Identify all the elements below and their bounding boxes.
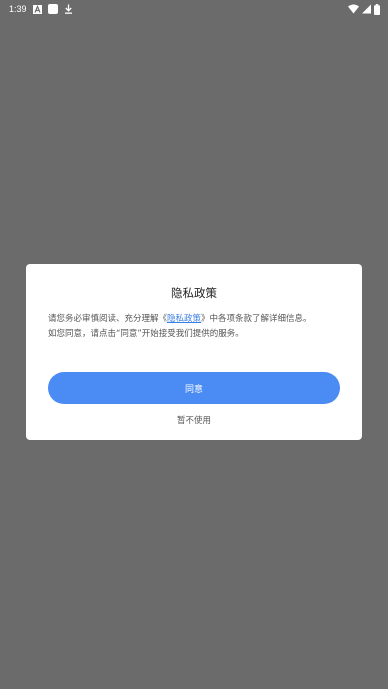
body-line-2: 如您同意，请点击“同意”开始接受我们提供的服务。: [48, 329, 244, 339]
decline-button[interactable]: 暂不使用: [26, 414, 362, 426]
privacy-policy-link[interactable]: 隐私政策: [167, 314, 201, 324]
status-left: 1:39: [9, 3, 73, 15]
signal-icon: [362, 4, 371, 14]
a-letter-icon: [32, 4, 42, 14]
agree-button[interactable]: 同意: [48, 372, 340, 404]
status-right: [348, 3, 380, 15]
dialog-body: 请您务必审慎阅读、充分理解《隐私政策》中各项条款了解详细信息。 如您同意，请点击…: [48, 312, 348, 342]
battery-icon: [374, 3, 380, 15]
body-text-part1: 请您务必审慎阅读、充分理解《: [48, 314, 168, 324]
wifi-icon: [348, 4, 359, 14]
body-text-part2: 》中各项条款了解详细信息。: [201, 314, 312, 324]
privacy-dialog: 隐私政策 请您务必审慎阅读、充分理解《隐私政策》中各项条款了解详细信息。 如您同…: [26, 264, 362, 440]
white-square-icon: [47, 4, 58, 14]
body-line-1: 请您务必审慎阅读、充分理解《隐私政策》中各项条款了解详细信息。: [48, 312, 348, 327]
download-icon: [64, 4, 73, 14]
status-bar: 1:39: [0, 0, 388, 18]
agree-button-label: 同意: [184, 384, 203, 395]
dialog-title: 隐私政策: [171, 286, 217, 300]
status-time: 1:39: [9, 4, 27, 14]
